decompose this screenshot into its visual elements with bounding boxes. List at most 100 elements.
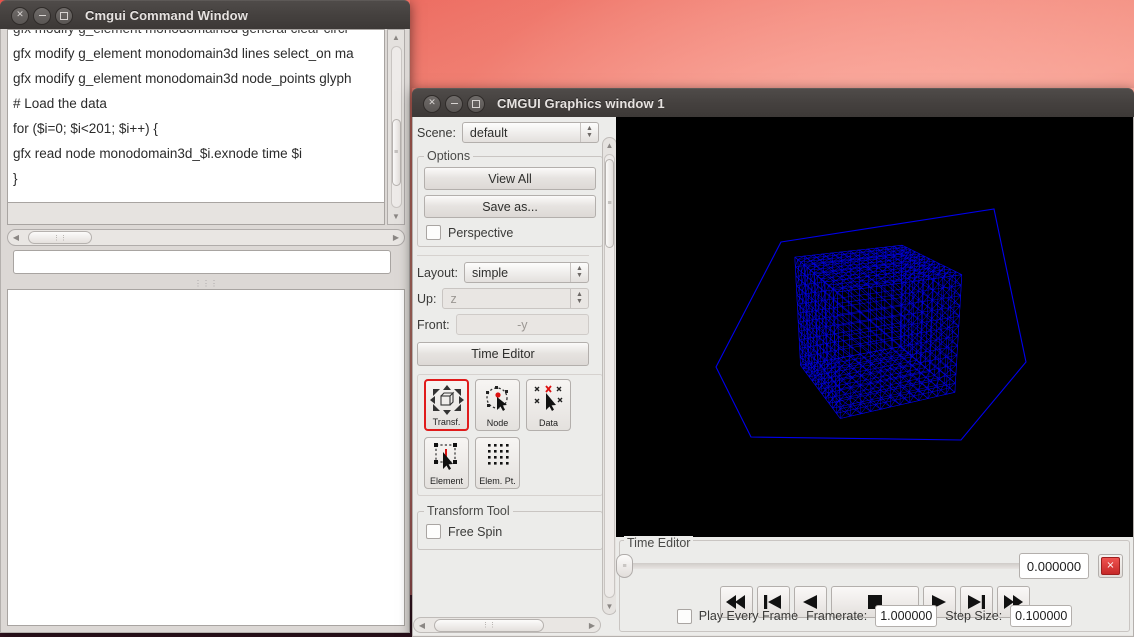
free-spin-checkbox[interactable]: Free Spin (426, 524, 596, 539)
tool-transform[interactable]: Transf. (424, 379, 469, 431)
checkbox-box[interactable] (676, 608, 692, 624)
scrollbar-thumb[interactable]: ≡ (605, 159, 614, 248)
grip-icon: ≡ (607, 200, 612, 208)
scene-row: Scene: default ▲ ▼ (413, 122, 603, 143)
time-editor-panel: Time Editor ≡ 0.000000 × Play Every Fram… (616, 536, 1133, 635)
spinner-arrows-icon[interactable]: ▲ ▼ (570, 289, 588, 308)
scroll-right-icon[interactable]: ▶ (388, 233, 404, 242)
step-size-label: Step Size: (945, 609, 1003, 623)
front-value[interactable]: -y (455, 314, 589, 335)
close-icon: × (1101, 557, 1120, 575)
graphics-window-body: Scene: default ▲ ▼ Options View All Save … (412, 117, 1134, 637)
maximize-icon[interactable] (467, 94, 485, 113)
command-history-pane[interactable] (7, 289, 405, 626)
graphics-window-title: CMGUI Graphics window 1 (497, 96, 665, 111)
time-editor-close-button[interactable]: × (1098, 554, 1123, 578)
perspective-label: Perspective (448, 225, 514, 240)
tool-label: Elem. Pt. (479, 476, 516, 486)
tool-label: Element (429, 476, 464, 486)
wireframe-mesh-cube (715, 208, 1027, 441)
layout-value: simple (472, 265, 509, 280)
scroll-up-icon[interactable]: ▲ (602, 138, 617, 153)
command-output-area[interactable]: gfx modify g_element monodomain3d genera… (7, 29, 385, 203)
scrollbar-track[interactable]: ≡ (390, 46, 402, 208)
maximize-icon[interactable] (55, 6, 73, 25)
time-slider-track[interactable]: ≡ (616, 554, 1024, 578)
scroll-left-icon[interactable]: ◀ (414, 621, 430, 630)
window-controls: ✕ (11, 6, 73, 25)
graphics-control-panel: Scene: default ▲ ▼ Options View All Save … (413, 117, 616, 635)
scroll-left-icon[interactable]: ◀ (8, 233, 24, 242)
scrollbar-track[interactable]: ⋮⋮ (24, 231, 388, 244)
spinner-arrows-icon[interactable]: ▲ ▼ (570, 263, 588, 282)
panel-horizontal-scrollbar[interactable]: ◀ ⋮⋮ ▶ (413, 617, 601, 633)
up-row: Up: z ▲ ▼ (417, 288, 589, 309)
output-line: gfx modify g_element monodomain3d lines … (13, 46, 354, 61)
tools-group: Transf. Node Data Element Elem. Pt. (417, 374, 603, 496)
tool-element-point[interactable]: Elem. Pt. (475, 437, 520, 489)
scroll-up-icon[interactable]: ▲ (388, 30, 404, 45)
close-icon[interactable]: ✕ (11, 6, 29, 25)
checkbox-box[interactable] (426, 225, 441, 240)
pane-resize-grip[interactable]: ⋮⋮⋮ (1, 277, 411, 289)
command-input-field[interactable] (13, 250, 391, 274)
minimize-icon[interactable] (33, 6, 51, 25)
play-every-frame-checkbox[interactable]: Play Every Frame (676, 608, 799, 624)
scroll-right-icon[interactable]: ▶ (584, 621, 600, 630)
free-spin-label: Free Spin (448, 524, 503, 539)
scrollbar-track[interactable]: ⋮⋮ (430, 618, 584, 632)
layout-section: Layout: simple ▲ ▼ Up: z ▲ ▼ Front: -y T… (417, 255, 589, 366)
close-icon[interactable]: ✕ (423, 94, 441, 113)
tool-label: Node (486, 418, 509, 428)
current-time-field[interactable]: 0.000000 (1019, 553, 1089, 579)
up-value: z (450, 291, 457, 306)
front-row: Front: -y (417, 314, 589, 335)
layout-select[interactable]: simple ▲ ▼ (464, 262, 589, 283)
scroll-down-icon[interactable]: ▼ (388, 209, 404, 224)
perspective-checkbox[interactable]: Perspective (426, 225, 596, 240)
time-slider-handle[interactable]: ≡ (616, 554, 633, 578)
scrollbar-thumb[interactable]: ⋮⋮ (28, 231, 92, 244)
command-window-titlebar[interactable]: ✕ Cmgui Command Window (0, 0, 410, 30)
cmgui-graphics-window: ✕ CMGUI Graphics window 1 Scene: default… (412, 88, 1134, 637)
minimize-icon[interactable] (445, 94, 463, 113)
cmgui-command-window: ✕ Cmgui Command Window gfx modify g_elem… (0, 0, 410, 633)
save-as-button[interactable]: Save as... (424, 195, 596, 218)
tool-label: Data (538, 418, 558, 428)
tool-data[interactable]: Data (526, 379, 571, 431)
node-select-icon (485, 386, 508, 411)
tool-element[interactable]: Element (424, 437, 469, 489)
tool-label: Transf. (432, 417, 461, 427)
options-group: Options View All Save as... Perspective (417, 149, 603, 247)
scrollbar-track[interactable]: ≡ (604, 154, 615, 598)
play-every-frame-label: Play Every Frame (698, 609, 799, 623)
framerate-field[interactable]: 1.000000 (875, 605, 938, 627)
time-editor-button[interactable]: Time Editor (417, 342, 589, 366)
view-all-button[interactable]: View All (424, 167, 596, 190)
command-output-filler (7, 203, 385, 225)
scrollbar-thumb[interactable]: ⋮⋮ (434, 618, 544, 632)
output-line: gfx modify g_element monodomain3d genera… (8, 30, 384, 41)
element-select-icon (433, 443, 457, 470)
graphics-window-titlebar[interactable]: ✕ CMGUI Graphics window 1 (412, 88, 1134, 118)
scene-select[interactable]: default ▲ ▼ (461, 122, 599, 143)
spinner-arrows-icon[interactable]: ▲ ▼ (580, 123, 598, 142)
checkbox-box[interactable] (426, 524, 441, 539)
tool-node[interactable]: Node (475, 379, 520, 431)
options-legend: Options (427, 149, 471, 163)
command-output-horizontal-scrollbar[interactable]: ◀ ⋮⋮ ▶ (7, 229, 405, 246)
command-output-vertical-scrollbar[interactable]: ▲ ≡ ▼ (387, 29, 405, 225)
graphics-viewport[interactable] (616, 117, 1133, 537)
up-select[interactable]: z ▲ ▼ (442, 288, 589, 309)
panel-vertical-scrollbar[interactable]: ▲ ≡ ▼ (602, 137, 616, 615)
time-editor-legend: Time Editor (624, 536, 694, 550)
window-controls: ✕ (423, 94, 485, 113)
step-size-field[interactable]: 0.100000 (1010, 605, 1073, 627)
scroll-down-icon[interactable]: ▼ (602, 599, 617, 614)
transform-tool-group: Transform Tool Free Spin (417, 504, 603, 550)
front-label: Front: (417, 317, 450, 332)
layout-label: Layout: (417, 265, 459, 280)
scrollbar-thumb[interactable]: ≡ (391, 119, 401, 187)
output-line: } (13, 171, 18, 186)
tool-button-grid: Transf. Node Data Element Elem. Pt. (424, 379, 596, 489)
